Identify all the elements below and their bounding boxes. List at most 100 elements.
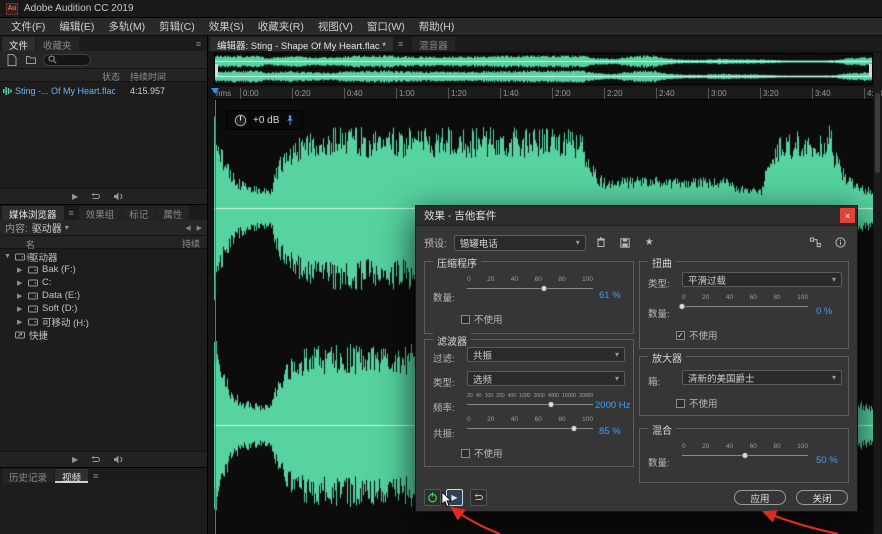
distortion-bypass-checkbox[interactable]: ✓ 不使用 (676, 328, 718, 342)
distortion-type-select[interactable]: 平滑过载 ▾ (682, 272, 842, 287)
contents-select[interactable]: 驱动器 ▾ (32, 220, 69, 235)
overview-left-handle[interactable] (215, 64, 218, 76)
pin-icon[interactable] (285, 115, 295, 126)
tree-item-shortcuts[interactable]: 快捷 (0, 328, 207, 341)
preset-save-button[interactable] (617, 235, 634, 251)
file-row[interactable]: Sting -... Of My Heart.flac * 4:15.957 (0, 84, 207, 97)
filter-filter-select[interactable]: 共振 ▾ (467, 347, 625, 362)
tab-editor[interactable]: 编辑器: Sting - Shape Of My Heart.flac * (210, 37, 393, 51)
tree-collapsed-icon[interactable]: ▶ (17, 318, 24, 326)
tab-mixer[interactable]: 混音器 (412, 37, 455, 51)
amplifier-bypass-checkbox[interactable]: 不使用 (676, 396, 718, 410)
panel-menu-icon[interactable]: ≡ (192, 37, 205, 51)
column-duration[interactable]: 持续 (182, 237, 200, 250)
dialog-close-button[interactable]: × (840, 208, 855, 223)
checkbox-box[interactable] (461, 315, 470, 324)
menu-item-effects[interactable]: 效果(S) (202, 18, 251, 35)
amplifier-box-select[interactable]: 清新的美国爵士 ▾ (682, 370, 842, 385)
dialog-title-bar[interactable]: 效果 - 吉他套件 (416, 206, 857, 226)
panel-menu-icon[interactable]: ≡ (89, 469, 102, 483)
compressor-amount-value[interactable]: 61 % (599, 290, 621, 301)
distortion-amount-value[interactable]: 0 % (816, 306, 832, 317)
preview-play-button[interactable]: ▶ (446, 489, 463, 506)
menu-item-multitrack[interactable]: 多轨(M) (101, 18, 152, 35)
playhead-marker[interactable] (211, 88, 219, 94)
close-button[interactable]: 关闭 (796, 490, 848, 505)
compressor-amount-thumb[interactable] (540, 285, 547, 292)
gain-hud[interactable]: +0 dB (226, 110, 303, 130)
vertical-scrollbar[interactable] (874, 53, 881, 534)
tree-collapsed-icon[interactable]: ▶ (17, 292, 24, 300)
tab-properties[interactable]: 属性 (156, 206, 189, 220)
filter-freq-slider[interactable]: 20401002004001000200040001000020000 (467, 392, 593, 408)
tree-item-removable[interactable]: ▶ 可移动 (H:) (0, 315, 207, 328)
speaker-icon[interactable] (113, 455, 124, 464)
checkbox-box[interactable] (461, 449, 470, 458)
tree-expanded-icon[interactable]: ▼ (4, 253, 11, 260)
distortion-amount-thumb[interactable] (679, 303, 686, 310)
tab-favorites[interactable]: 收藏夹 (36, 37, 79, 51)
forward-icon[interactable]: ▶ (197, 224, 202, 232)
scrollbar-thumb[interactable] (875, 93, 880, 173)
menu-item-file[interactable]: 文件(F) (4, 18, 52, 35)
back-icon[interactable]: ◀ (185, 224, 190, 232)
hud-gain-value[interactable]: +0 dB (253, 115, 279, 126)
menu-item-view[interactable]: 视图(V) (311, 18, 360, 35)
menu-item-clip[interactable]: 剪辑(C) (152, 18, 202, 35)
loop-icon[interactable] (90, 456, 101, 464)
import-file-icon[interactable] (5, 53, 19, 67)
tree-item-bak[interactable]: ▶ Bak (F:) (0, 263, 207, 276)
info-button[interactable] (832, 235, 849, 251)
tree-item-soft[interactable]: ▶ Soft (D:) (0, 302, 207, 315)
tab-files[interactable]: 文件 (2, 37, 35, 51)
tab-effects-rack[interactable]: 效果组 (79, 206, 122, 220)
timeline-ruler[interactable]: hms 0:00 0:20 0:40 1:00 1:20 1:40 2:00 2… (214, 87, 873, 100)
effect-power-toggle[interactable] (424, 489, 441, 506)
search-input[interactable] (43, 54, 91, 66)
tree-collapsed-icon[interactable]: ▶ (17, 279, 24, 287)
mix-amount-slider[interactable]: 020406080100 (682, 443, 808, 459)
overview-right-handle[interactable] (869, 64, 872, 76)
filter-freq-value[interactable]: 2000 Hz (595, 400, 630, 411)
loop-icon[interactable] (90, 193, 101, 201)
filter-res-value[interactable]: 85 % (599, 426, 621, 437)
overview-canvas[interactable] (215, 54, 872, 84)
play-icon[interactable]: ▶ (72, 455, 78, 464)
playhead-line[interactable] (215, 100, 216, 534)
menu-item-edit[interactable]: 编辑(E) (52, 18, 101, 35)
knob-icon[interactable] (234, 114, 247, 127)
tab-markers[interactable]: 标记 (122, 206, 155, 220)
menu-item-help[interactable]: 帮助(H) (412, 18, 462, 35)
checkbox-box[interactable] (676, 399, 685, 408)
menu-item-window[interactable]: 窗口(W) (360, 18, 412, 35)
mix-amount-value[interactable]: 50 % (816, 455, 838, 466)
filter-res-thumb[interactable] (571, 425, 578, 432)
compressor-bypass-checkbox[interactable]: 不使用 (461, 312, 503, 326)
filter-bypass-checkbox[interactable]: 不使用 (461, 446, 503, 460)
loop-button[interactable] (470, 489, 487, 506)
speaker-icon[interactable] (113, 192, 124, 201)
mix-amount-thumb[interactable] (742, 452, 749, 459)
routing-button[interactable] (807, 235, 824, 251)
tab-media-browser[interactable]: 媒体浏览器 (2, 206, 64, 220)
overview-waveform[interactable] (214, 53, 873, 85)
tree-collapsed-icon[interactable]: ▶ (17, 305, 24, 313)
tab-history[interactable]: 历史记录 (2, 469, 54, 483)
panel-menu-icon[interactable]: ≡ (65, 206, 78, 220)
favorite-star-button[interactable]: ★ (641, 235, 658, 251)
filter-freq-thumb[interactable] (548, 401, 555, 408)
checkbox-box-checked[interactable]: ✓ (676, 331, 685, 340)
play-icon[interactable]: ▶ (72, 192, 78, 201)
tree-item-c[interactable]: ▶ C: (0, 276, 207, 289)
tree-item-data[interactable]: ▶ Data (E:) (0, 289, 207, 302)
apply-button[interactable]: 应用 (734, 490, 786, 505)
preset-select[interactable]: 锡罐电话 ▾ (454, 235, 586, 251)
filter-res-slider[interactable]: 020406080100 (467, 416, 593, 432)
tab-video[interactable]: 视频 (55, 469, 88, 483)
compressor-amount-slider[interactable]: 020406080100 (467, 276, 593, 292)
tree-collapsed-icon[interactable]: ▶ (17, 266, 24, 274)
menu-item-favorites[interactable]: 收藏夹(R) (251, 18, 311, 35)
preset-delete-button[interactable] (593, 235, 610, 251)
filter-type-select[interactable]: 选频 ▾ (467, 371, 625, 386)
panel-menu-icon[interactable]: ≡ (394, 37, 407, 51)
